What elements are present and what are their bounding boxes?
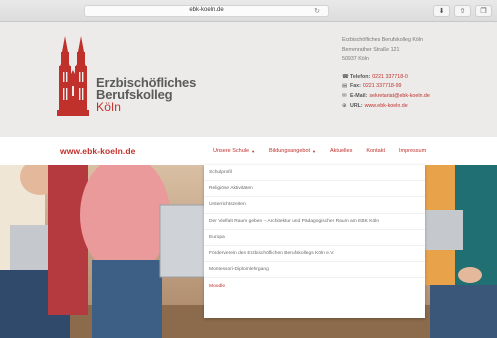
address-bar-url: ebk-koeln.de xyxy=(189,7,224,13)
site-url-link[interactable]: www.ebk-koeln.de xyxy=(60,146,135,156)
fax-number: 0221 337718-99 xyxy=(362,83,402,90)
fax-label: Fax: xyxy=(350,83,361,90)
envelope-icon: ✉ xyxy=(342,92,347,99)
nav-item-label: Aktuelles xyxy=(330,148,353,154)
nav-item-bildungsangebot[interactable]: Bildungsangebot ▼ xyxy=(269,148,316,154)
dropdown-item-architektur[interactable]: Der Vielfalt Raum geben – Architektur un… xyxy=(204,214,425,230)
globe-icon: ⊕ xyxy=(342,102,347,109)
main-navigation: www.ebk-koeln.de Unsere Schule ▼ Bildung… xyxy=(0,137,497,165)
dropdown-item-europa[interactable]: Europa xyxy=(204,230,425,246)
contact-email-row: ✉ E-Mail: sekretariat@ebk-koeln.de xyxy=(342,92,430,102)
share-icon[interactable]: ⇧ xyxy=(454,5,471,17)
nav-item-unsere-schule[interactable]: Unsere Schule ▼ xyxy=(213,148,255,154)
nav-item-kontakt[interactable]: Kontakt xyxy=(366,148,385,154)
tabs-icon[interactable]: ❐ xyxy=(475,5,492,17)
nav-item-impressum[interactable]: Impressum xyxy=(399,148,426,154)
nav-menu: Unsere Schule ▼ Bildungsangebot ▼ Aktuel… xyxy=(213,148,426,154)
fax-icon: ▤ xyxy=(342,83,348,90)
cathedral-logo-icon[interactable] xyxy=(56,34,90,118)
nav-item-label: Unsere Schule xyxy=(213,148,250,154)
address-bar[interactable]: ebk-koeln.de ↻ xyxy=(84,5,329,17)
contact-street: Berrenrather Straße 121 xyxy=(342,46,400,53)
contact-fax-row: ▤ Fax: 0221 337718-99 xyxy=(342,82,430,92)
contact-block: Erzbischöfliches Berufskolleg Köln Berre… xyxy=(342,36,430,111)
caret-down-icon: ▼ xyxy=(312,148,316,154)
web-link[interactable]: www.ebk-koeln.de xyxy=(365,102,408,112)
dropdown-item-moodle[interactable]: Moodle xyxy=(204,278,425,294)
contact-phone-row: ☎ Telefon: 0221 337718-0 xyxy=(342,73,430,83)
contact-city: 50937 Köln xyxy=(342,56,369,63)
nav-item-label: Bildungsangebot xyxy=(269,148,311,154)
email-label: E-Mail: xyxy=(350,92,368,99)
dropdown-item-foerderverein[interactable]: Förderverein des Erzbischöflichen Berufs… xyxy=(204,246,425,263)
email-link[interactable]: sekretariat@ebk-koeln.de xyxy=(369,92,429,102)
phone-number[interactable]: 0221 337718-0 xyxy=(372,73,408,83)
nav-item-aktuelles[interactable]: Aktuelles xyxy=(330,148,352,154)
nav-item-label: Impressum xyxy=(398,148,427,154)
reload-icon[interactable]: ↻ xyxy=(314,7,320,15)
dropdown-unsere-schule: Schulprofil Religiöse Aktivitäten Unterr… xyxy=(204,165,425,318)
phone-icon: ☎ xyxy=(342,73,349,80)
phone-label: Telefon: xyxy=(350,73,371,80)
dropdown-item-schulprofil[interactable]: Schulprofil xyxy=(204,165,425,182)
school-name-line3: Köln xyxy=(96,100,122,114)
dropdown-item-montessori[interactable]: Montessori-Diplomlehrgang xyxy=(204,262,425,279)
download-icon[interactable]: ⬇ xyxy=(433,5,450,17)
dropdown-item-unterrichtszeiten[interactable]: Unterrichtszeiten xyxy=(204,197,425,214)
contact-web-row: ⊕ URL: www.ebk-koeln.de xyxy=(342,102,430,112)
web-label: URL: xyxy=(350,102,363,109)
nav-item-label: Kontakt xyxy=(366,148,385,154)
dropdown-item-religioese-aktivitaeten[interactable]: Religiöse Aktivitäten xyxy=(204,181,425,198)
school-name[interactable]: Erzbischöfliches Berufskolleg Köln xyxy=(96,76,196,114)
site-header: Erzbischöfliches Berufskolleg Köln Erzbi… xyxy=(0,22,497,137)
caret-down-icon: ▼ xyxy=(251,148,256,154)
browser-toolbar: ebk-koeln.de ↻ ⬇ ⇧ ❐ xyxy=(0,0,497,22)
contact-name: Erzbischöfliches Berufskolleg Köln xyxy=(342,37,423,43)
